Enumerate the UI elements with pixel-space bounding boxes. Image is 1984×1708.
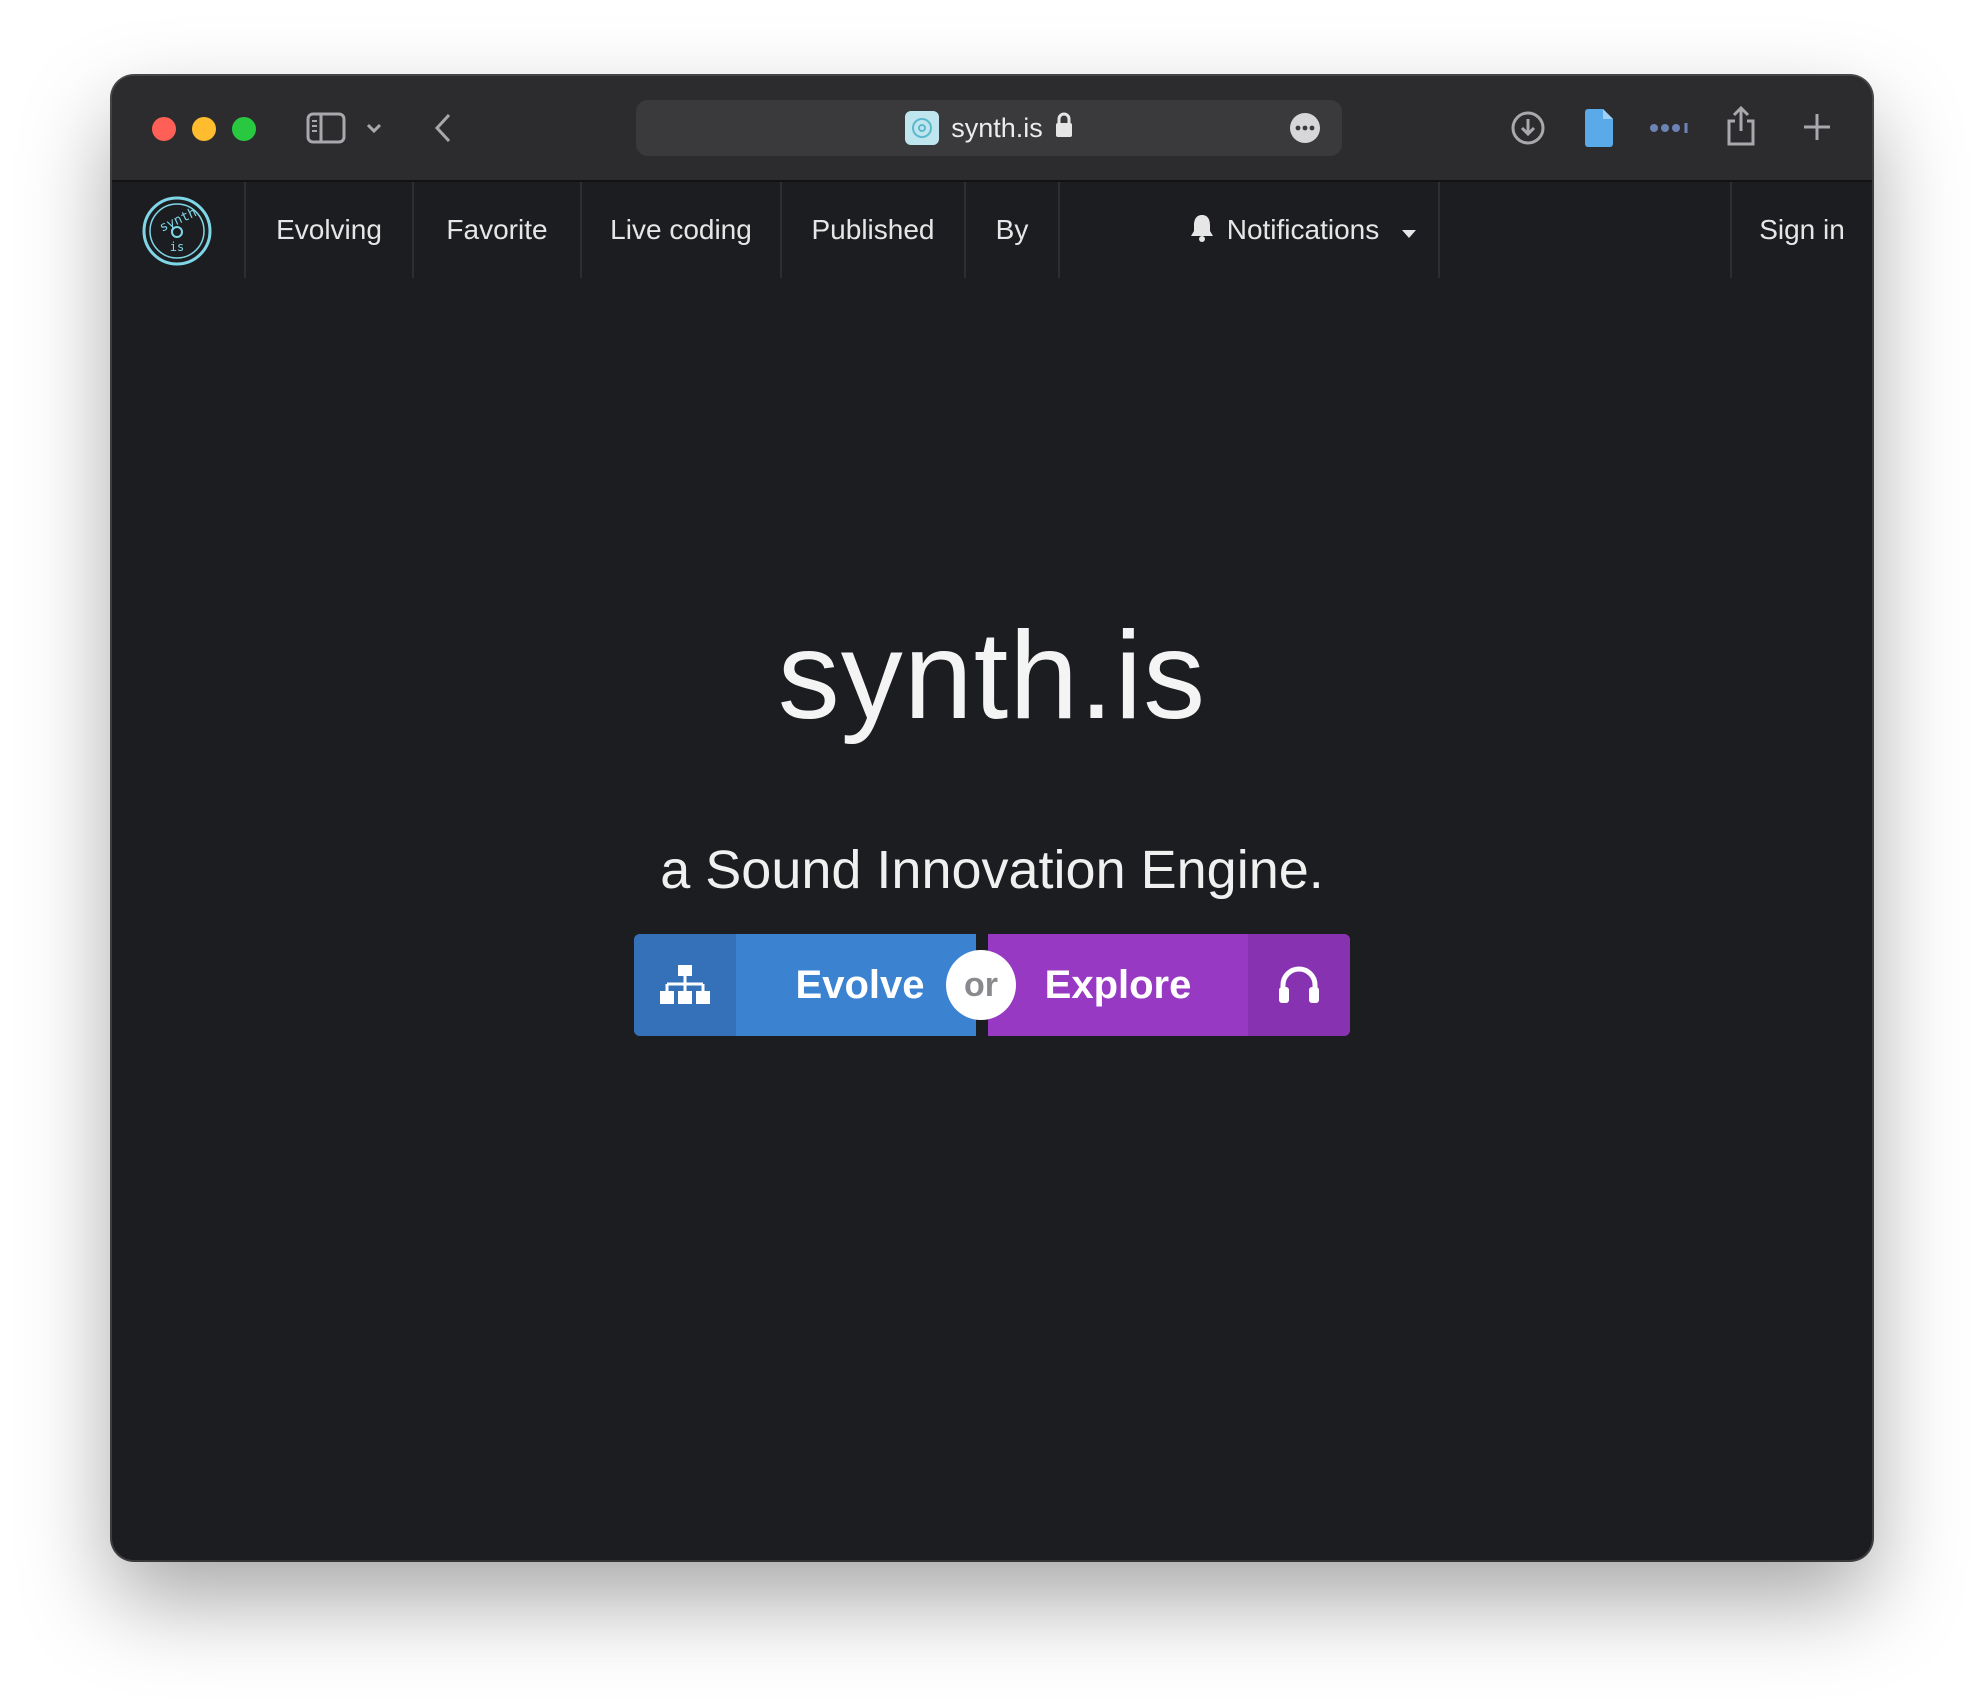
- or-divider: or: [946, 950, 1016, 1020]
- sign-in-link[interactable]: Sign in: [1730, 182, 1872, 278]
- synth-logo[interactable]: synth is: [142, 196, 212, 266]
- download-icon[interactable]: [1508, 108, 1548, 148]
- nav-item-label: By: [995, 214, 1029, 245]
- headphones-icon: [1248, 934, 1350, 1036]
- plus-icon[interactable]: [1800, 110, 1834, 144]
- cta-button-group: Evolve or Explore: [634, 934, 1350, 1036]
- minimize-window-button[interactable]: [192, 117, 216, 141]
- nav-item-label: Live coding: [610, 214, 752, 245]
- nav-item-label: Published: [811, 214, 935, 245]
- bell-icon: [1189, 212, 1215, 249]
- site-favicon-icon: [905, 111, 940, 145]
- nav-item-label: Favorite: [446, 214, 548, 245]
- lock-icon: [1055, 112, 1073, 145]
- nav-item-live-coding[interactable]: Live coding: [580, 182, 780, 278]
- share-icon[interactable]: [1724, 104, 1758, 148]
- chevron-left-icon[interactable]: [428, 110, 458, 146]
- sign-in-label: Sign in: [1759, 214, 1845, 245]
- address-bar[interactable]: synth.is: [636, 100, 1342, 156]
- nav-item-label: Evolving: [276, 214, 382, 245]
- nav-item-favorite[interactable]: Favorite: [412, 182, 580, 278]
- logo-text-top: synth: [157, 205, 199, 235]
- zoom-window-button[interactable]: [232, 117, 256, 141]
- hero-subtitle: a Sound Innovation Engine.: [660, 840, 1324, 900]
- caret-down-icon: [1401, 214, 1417, 246]
- notifications-label: Notifications: [1226, 214, 1380, 245]
- explore-button[interactable]: Explore: [988, 934, 1350, 1036]
- browser-window: synth.is synth is Evolving Favorite Live…: [112, 76, 1872, 1560]
- ellipsis-circle-icon[interactable]: [1290, 113, 1320, 143]
- chevron-down-icon[interactable]: [364, 116, 384, 140]
- logo-text-bottom: is: [170, 240, 184, 254]
- close-window-button[interactable]: [152, 117, 176, 141]
- dots-icon[interactable]: [1648, 120, 1692, 136]
- explore-label: Explore: [1044, 962, 1192, 1007]
- site-nav: synth is Evolving Favorite Live coding P…: [112, 182, 1872, 278]
- browser-toolbar: synth.is: [112, 76, 1872, 182]
- evolve-button[interactable]: Evolve: [634, 934, 976, 1036]
- notifications-dropdown[interactable]: Notifications: [1168, 182, 1440, 278]
- nav-item-evolving[interactable]: Evolving: [244, 182, 412, 278]
- evolve-label: Evolve: [795, 962, 925, 1007]
- document-icon[interactable]: [1582, 106, 1616, 150]
- sitemap-icon: [634, 934, 736, 1036]
- nav-item-published[interactable]: Published: [780, 182, 964, 278]
- nav-item-by[interactable]: By: [964, 182, 1060, 278]
- url-text: synth.is: [951, 112, 1043, 143]
- sidebar-icon[interactable]: [306, 110, 346, 146]
- hero-title: synth.is: [777, 607, 1207, 745]
